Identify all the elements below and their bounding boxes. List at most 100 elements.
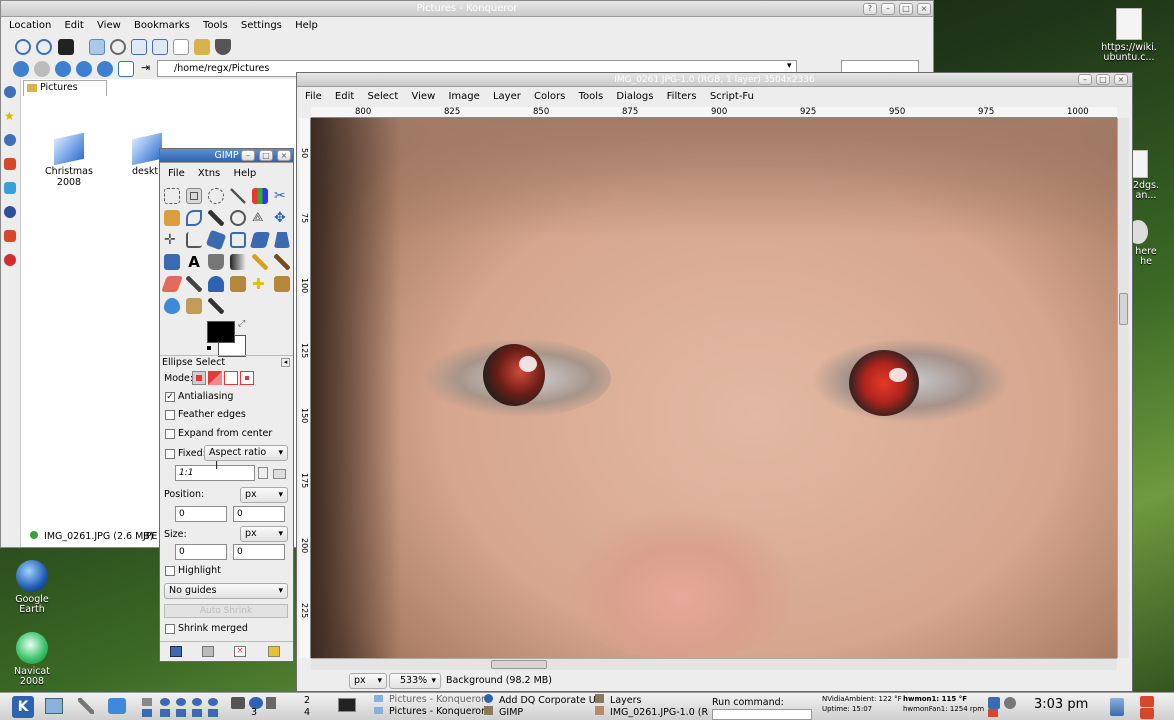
- scissors-icon[interactable]: ✂: [274, 188, 290, 204]
- back-icon[interactable]: [13, 61, 29, 77]
- sidebar-root-icon[interactable]: [4, 254, 16, 266]
- scale-icon[interactable]: [230, 232, 246, 248]
- icon-view-icon[interactable]: [89, 39, 105, 55]
- logout-icon[interactable]: [1140, 696, 1154, 707]
- window-list-icon-3[interactable]: [266, 697, 276, 709]
- detail-view-icon[interactable]: [152, 39, 168, 55]
- pager-desktop-4[interactable]: 4: [304, 707, 310, 718]
- maximize-button[interactable]: □: [1096, 74, 1110, 85]
- panel-menu-icon[interactable]: ◂: [281, 358, 290, 367]
- default-colors-icon[interactable]: [206, 345, 212, 351]
- airbrush-icon[interactable]: [186, 276, 202, 292]
- size-unit-select[interactable]: px: [240, 526, 288, 542]
- rect-select-icon[interactable]: [164, 188, 180, 204]
- position-x-input[interactable]: 0: [175, 506, 227, 522]
- task-gimp[interactable]: GIMP: [484, 706, 523, 719]
- quick-launch-2-icon[interactable]: [160, 698, 170, 706]
- clone-icon[interactable]: [230, 276, 246, 292]
- file-item[interactable]: Christmas 2008: [34, 132, 104, 188]
- menu-settings[interactable]: Settings: [241, 20, 282, 31]
- landscape-icon[interactable]: [273, 469, 286, 479]
- menu-file[interactable]: File: [168, 168, 185, 179]
- quick-launch-3-icon[interactable]: [176, 698, 186, 706]
- sidebar-home-icon[interactable]: [4, 158, 16, 170]
- pager-desktop-2[interactable]: 2: [304, 695, 310, 706]
- terminal-icon[interactable]: [338, 698, 356, 712]
- swap-colors-icon[interactable]: ⤢: [238, 319, 245, 329]
- menu-filters[interactable]: Filters: [667, 91, 697, 102]
- reload-icon[interactable]: [97, 61, 113, 77]
- dodge-burn-icon[interactable]: [208, 298, 224, 314]
- flip-icon[interactable]: [164, 254, 180, 270]
- menu-layer[interactable]: Layer: [493, 91, 521, 102]
- scrollbar-thumb[interactable]: [1119, 293, 1128, 325]
- foreground-select-icon[interactable]: [164, 210, 180, 226]
- toolbox-titlebar[interactable]: GIMP – □ ×: [160, 149, 293, 163]
- up-icon[interactable]: [55, 61, 71, 77]
- tree-view-icon[interactable]: [173, 39, 189, 55]
- menu-select[interactable]: Select: [367, 91, 398, 102]
- maximize-button[interactable]: □: [899, 3, 913, 15]
- quick-launch-5-icon[interactable]: [208, 698, 218, 706]
- fuzzy-select-icon[interactable]: [230, 188, 246, 204]
- unit-select[interactable]: px: [349, 673, 387, 689]
- menu-colors[interactable]: Colors: [534, 91, 565, 102]
- folder-view-icon[interactable]: [194, 39, 210, 55]
- minimize-button[interactable]: –: [1078, 74, 1092, 85]
- smudge-icon[interactable]: [186, 298, 202, 314]
- trash-icon[interactable]: [1110, 698, 1124, 716]
- konqueror-tab[interactable]: Pictures: [23, 80, 107, 96]
- maximize-button[interactable]: □: [259, 150, 273, 161]
- task-konqueror-2[interactable]: Pictures - Konqueror: [374, 706, 485, 718]
- expand-checkbox[interactable]: [165, 429, 175, 439]
- guides-select[interactable]: No guides: [164, 583, 288, 599]
- color-picker-icon[interactable]: [208, 210, 224, 226]
- restore-options-icon[interactable]: [202, 646, 214, 657]
- terminal-icon[interactable]: [58, 39, 74, 55]
- forward-icon[interactable]: [34, 61, 50, 77]
- quick-launch-9-icon[interactable]: [192, 709, 202, 717]
- show-desktop-icon[interactable]: [45, 698, 63, 714]
- kde-menu-icon[interactable]: K: [12, 696, 34, 718]
- menu-help[interactable]: Help: [295, 20, 318, 31]
- mode-replace-button[interactable]: [192, 371, 206, 385]
- paths-icon[interactable]: [186, 210, 202, 226]
- menu-edit[interactable]: Edit: [335, 91, 354, 102]
- zoom-icon[interactable]: [230, 210, 246, 226]
- perspective-clone-icon[interactable]: [274, 276, 290, 292]
- sidebar-services-icon[interactable]: [4, 206, 16, 218]
- quick-launch-4-icon[interactable]: [192, 698, 202, 706]
- eraser-icon[interactable]: [161, 276, 183, 292]
- lasso-icon[interactable]: [208, 188, 224, 204]
- image-titlebar[interactable]: IMG_0261.JPG-1.0 (RGB, 1 layer) 3504x233…: [297, 73, 1132, 87]
- vertical-scrollbar[interactable]: [1117, 118, 1129, 658]
- blend-icon[interactable]: [230, 254, 246, 270]
- crop-icon[interactable]: [186, 232, 202, 248]
- task-konqueror-1[interactable]: Pictures - Konqueror: [374, 694, 485, 706]
- desktop-icon-wiki[interactable]: https://wiki. ubuntu.c...: [1094, 8, 1164, 63]
- position-unit-select[interactable]: px: [240, 487, 288, 503]
- window-list-icon[interactable]: [231, 697, 245, 709]
- portrait-icon[interactable]: [258, 467, 268, 479]
- close-button[interactable]: ×: [1114, 74, 1128, 85]
- menu-tools[interactable]: Tools: [203, 20, 228, 31]
- perspective-icon[interactable]: [274, 232, 290, 248]
- minimize-button[interactable]: –: [241, 150, 255, 161]
- menu-view[interactable]: View: [412, 91, 436, 102]
- mode-intersect-button[interactable]: [240, 371, 254, 385]
- horizontal-scrollbar[interactable]: [311, 658, 1117, 670]
- sidebar-media-icon[interactable]: [4, 182, 16, 194]
- size-y-input[interactable]: 0: [233, 544, 285, 560]
- save-options-icon[interactable]: [170, 646, 182, 657]
- quick-launch-7-icon[interactable]: [160, 709, 170, 717]
- zoom-in-icon[interactable]: [15, 39, 31, 55]
- sidebar-devices-icon[interactable]: [4, 230, 16, 242]
- ellipse-select-icon[interactable]: [186, 188, 202, 204]
- shrink-merged-checkbox[interactable]: [165, 624, 175, 634]
- menu-image[interactable]: Image: [448, 91, 479, 102]
- quick-launch-10-icon[interactable]: [208, 709, 218, 717]
- tools-icon[interactable]: [78, 698, 94, 714]
- app-launcher-icon[interactable]: [108, 698, 126, 714]
- menu-help[interactable]: Help: [233, 168, 256, 179]
- text-icon[interactable]: A: [186, 254, 202, 270]
